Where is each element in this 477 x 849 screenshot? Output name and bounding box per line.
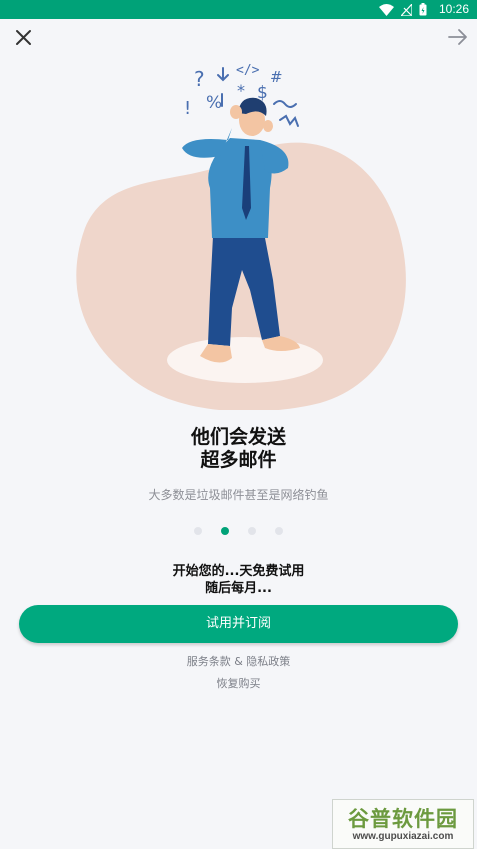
watermark-url: www.gupuxiazai.com [352, 831, 454, 842]
try-and-subscribe-button[interactable]: 试用并订阅 [19, 605, 458, 643]
trial-line2: 随后每月... [205, 581, 272, 596]
page-indicator [0, 527, 477, 535]
watermark-logo: 谷普软件园 [348, 807, 458, 831]
hand-left [230, 105, 242, 119]
confused-man-illustration: ? % ! $ </> # * [70, 58, 410, 412]
hand-right [263, 120, 273, 132]
headline-line2: 超多邮件 [200, 449, 277, 471]
terms-link[interactable]: 服务条款 [187, 655, 231, 668]
legal-links: 服务条款 & 隐私政策 [0, 653, 477, 669]
floor-shadow [167, 337, 323, 383]
status-time: 10:26 [438, 2, 469, 16]
legal-separator: & [230, 655, 247, 668]
svg-text:*: * [237, 81, 245, 100]
svg-text:%: % [206, 93, 222, 113]
no-signal-icon [401, 3, 412, 16]
wifi-icon [379, 3, 394, 16]
arrow-right-icon [448, 29, 467, 45]
headline: 他们会发送 超多邮件 [0, 426, 477, 472]
status-icons [379, 3, 427, 16]
page-dot[interactable] [275, 527, 283, 535]
page-dot[interactable] [248, 527, 256, 535]
page-dot[interactable] [221, 527, 229, 535]
headline-line1: 他们会发送 [190, 426, 286, 448]
svg-text:?: ? [194, 67, 205, 91]
privacy-link[interactable]: 隐私政策 [246, 655, 290, 668]
restore-purchase-link[interactable]: 恢复购买 [0, 675, 477, 691]
next-button[interactable] [447, 26, 469, 48]
page-dot[interactable] [194, 527, 202, 535]
trial-line1: 开始您的...天免费试用 [172, 564, 305, 579]
battery-icon [419, 3, 427, 16]
trial-text: 开始您的...天免费试用 随后每月... [0, 563, 477, 597]
svg-text:</>: </> [236, 63, 260, 78]
svg-text:!: ! [184, 98, 191, 119]
watermark: 谷普软件园 www.gupuxiazai.com [332, 799, 474, 849]
close-button[interactable] [13, 27, 35, 49]
subtitle: 大多数是垃圾邮件甚至是网络钓鱼 [148, 488, 329, 502]
close-icon [16, 30, 31, 45]
svg-text:#: # [270, 68, 283, 86]
status-bar: 10:26 [0, 0, 477, 19]
